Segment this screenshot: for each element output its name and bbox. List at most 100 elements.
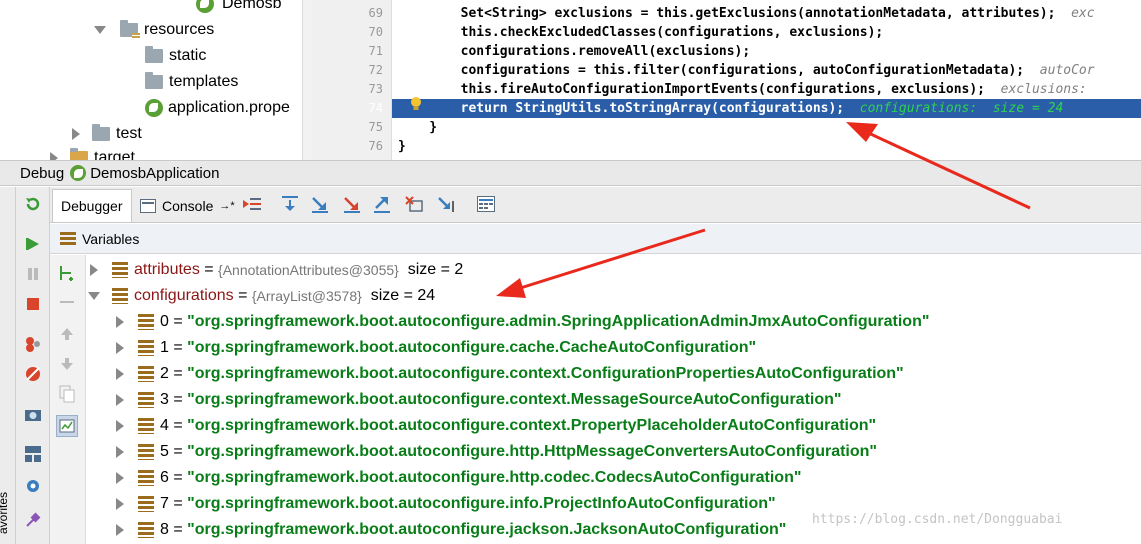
expand-arrow-icon[interactable]: [116, 394, 124, 406]
tab-console[interactable]: Console →*: [132, 189, 243, 222]
tree-item-static[interactable]: static: [145, 44, 206, 68]
code-line[interactable]: configurations = this.filter(configurati…: [312, 61, 1141, 80]
expand-arrow-icon[interactable]: [116, 446, 124, 458]
expand-arrow-icon[interactable]: [116, 316, 124, 328]
code-line[interactable]: this.fireAutoConfigurationImportEvents(c…: [312, 80, 1141, 99]
tree-item-test[interactable]: test: [72, 122, 142, 146]
run-to-cursor-icon[interactable]: [434, 193, 458, 215]
code-line[interactable]: Set<String> exclusions = this.getExclusi…: [312, 4, 1141, 23]
equals-sign: =: [199, 261, 219, 278]
evaluate-expression-icon[interactable]: [474, 193, 498, 215]
settings-gear-icon[interactable]: [22, 475, 44, 497]
camera-icon[interactable]: [22, 403, 44, 425]
list-item[interactable]: 3 = "org.springframework.boot.autoconfig…: [116, 387, 841, 413]
expand-arrow-icon[interactable]: [116, 472, 124, 484]
equals-sign: =: [168, 313, 188, 330]
show-watches-icon[interactable]: [56, 415, 78, 437]
lightbulb-icon[interactable]: [409, 96, 423, 112]
drop-frame-icon[interactable]: [402, 193, 426, 215]
element-icon: [138, 496, 154, 512]
favorites-tab[interactable]: avorites: [0, 492, 10, 534]
variable-row-configurations[interactable]: configurations = {ArrayList@3578} size =…: [88, 283, 435, 309]
restore-layout-icon[interactable]: [22, 443, 44, 465]
expand-arrow-icon[interactable]: [116, 524, 124, 536]
spring-boot-icon: [196, 0, 214, 13]
code-line[interactable]: this.checkExcludedClasses(configurations…: [312, 23, 1141, 42]
expand-arrow-icon[interactable]: [116, 368, 124, 380]
step-into-icon[interactable]: [308, 193, 332, 215]
new-watch-icon[interactable]: [56, 261, 78, 283]
code-line[interactable]: }: [312, 118, 1141, 137]
code-line[interactable]: }: [312, 137, 1141, 156]
item-value: "org.springframework.boot.autoconfigure.…: [187, 313, 930, 330]
resume-icon[interactable]: [22, 233, 44, 255]
item-value: "org.springframework.boot.autoconfigure.…: [187, 495, 776, 512]
list-item[interactable]: 1 = "org.springframework.boot.autoconfig…: [116, 335, 756, 361]
code-line[interactable]: configurations.removeAll(exclusions);: [312, 42, 1141, 61]
variable-size: size = 24: [370, 287, 436, 304]
code-editor[interactable]: 69 70 71 72 73 74 75 76 Set<String> excl…: [312, 0, 1141, 160]
force-step-into-icon[interactable]: [340, 193, 364, 215]
element-icon: [138, 392, 154, 408]
expand-arrow-icon[interactable]: [90, 264, 98, 276]
list-item[interactable]: 2 = "org.springframework.boot.autoconfig…: [116, 361, 904, 387]
item-index: 6: [160, 469, 169, 486]
list-item[interactable]: 4 = "org.springframework.boot.autoconfig…: [116, 413, 876, 439]
tree-item-label: target: [94, 149, 135, 160]
tree-item-resources[interactable]: resources: [94, 18, 214, 42]
collapse-arrow-icon[interactable]: [88, 292, 100, 300]
step-over-icon[interactable]: [278, 193, 302, 215]
folder-icon: [92, 124, 110, 141]
folder-icon: [145, 72, 163, 89]
expand-arrow-icon[interactable]: [116, 342, 124, 354]
tree-item-target[interactable]: target: [50, 146, 135, 160]
expand-arrow-icon[interactable]: [94, 26, 106, 34]
tree-item-templates[interactable]: templates: [145, 70, 238, 94]
tool-window-strip: [0, 187, 16, 544]
item-index: 8: [160, 521, 169, 538]
current-execution-line[interactable]: return StringUtils.toStringArray(configu…: [392, 99, 1141, 118]
tree-item-demosb[interactable]: Demosb: [196, 0, 282, 16]
mute-breakpoints-icon[interactable]: [22, 363, 44, 385]
project-scrollbar[interactable]: [302, 0, 312, 160]
list-item[interactable]: 5 = "org.springframework.boot.autoconfig…: [116, 439, 877, 465]
variable-size: size = 2: [407, 261, 464, 278]
copy-icon[interactable]: [56, 383, 78, 405]
collapse-arrow-icon[interactable]: [50, 152, 58, 160]
show-execution-point-icon[interactable]: [240, 193, 264, 215]
expand-arrow-icon[interactable]: [116, 498, 124, 510]
collapse-arrow-icon[interactable]: [72, 128, 80, 140]
variable-row-attributes[interactable]: attributes = {AnnotationAttributes@3055}…: [90, 257, 463, 283]
step-out-icon[interactable]: [370, 193, 394, 215]
variables-tree[interactable]: attributes = {AnnotationAttributes@3055}…: [86, 255, 1141, 544]
move-down-icon[interactable]: [56, 353, 78, 375]
debug-tabs-toolbar: Debugger Console →*: [50, 187, 1141, 223]
view-breakpoints-icon[interactable]: [22, 333, 44, 355]
move-up-icon[interactable]: [56, 323, 78, 345]
element-icon: [138, 314, 154, 330]
remove-watch-icon[interactable]: [56, 291, 78, 313]
expand-arrow-icon[interactable]: [116, 420, 124, 432]
pin-icon[interactable]: [22, 509, 44, 531]
rerun-icon[interactable]: [22, 193, 44, 215]
equals-sign: =: [168, 469, 188, 486]
tree-item-application-properties[interactable]: application.prope: [145, 96, 290, 120]
inline-hint: exclusions:: [1000, 82, 1087, 97]
item-value: "org.springframework.boot.autoconfigure.…: [187, 443, 877, 460]
folder-icon: [145, 46, 163, 63]
tree-item-label: resources: [144, 21, 215, 38]
list-item[interactable]: 6 = "org.springframework.boot.autoconfig…: [116, 465, 801, 491]
tree-item-label: application.prope: [168, 99, 290, 116]
list-item[interactable]: 7 = "org.springframework.boot.autoconfig…: [116, 491, 776, 517]
list-item[interactable]: 8 = "org.springframework.boot.autoconfig…: [116, 517, 786, 543]
run-config-name[interactable]: DemosbApplication: [90, 165, 219, 182]
tree-item-label: static: [169, 47, 207, 64]
tab-debugger[interactable]: Debugger: [52, 189, 132, 222]
stop-icon[interactable]: [22, 293, 44, 315]
list-item[interactable]: 0 = "org.springframework.boot.autoconfig…: [116, 309, 929, 335]
equals-sign: =: [168, 495, 188, 512]
code-text: configurations.removeAll(exclusions);: [398, 44, 751, 59]
variable-ref: {AnnotationAttributes@3055}: [218, 262, 399, 278]
pause-icon[interactable]: [22, 263, 44, 285]
